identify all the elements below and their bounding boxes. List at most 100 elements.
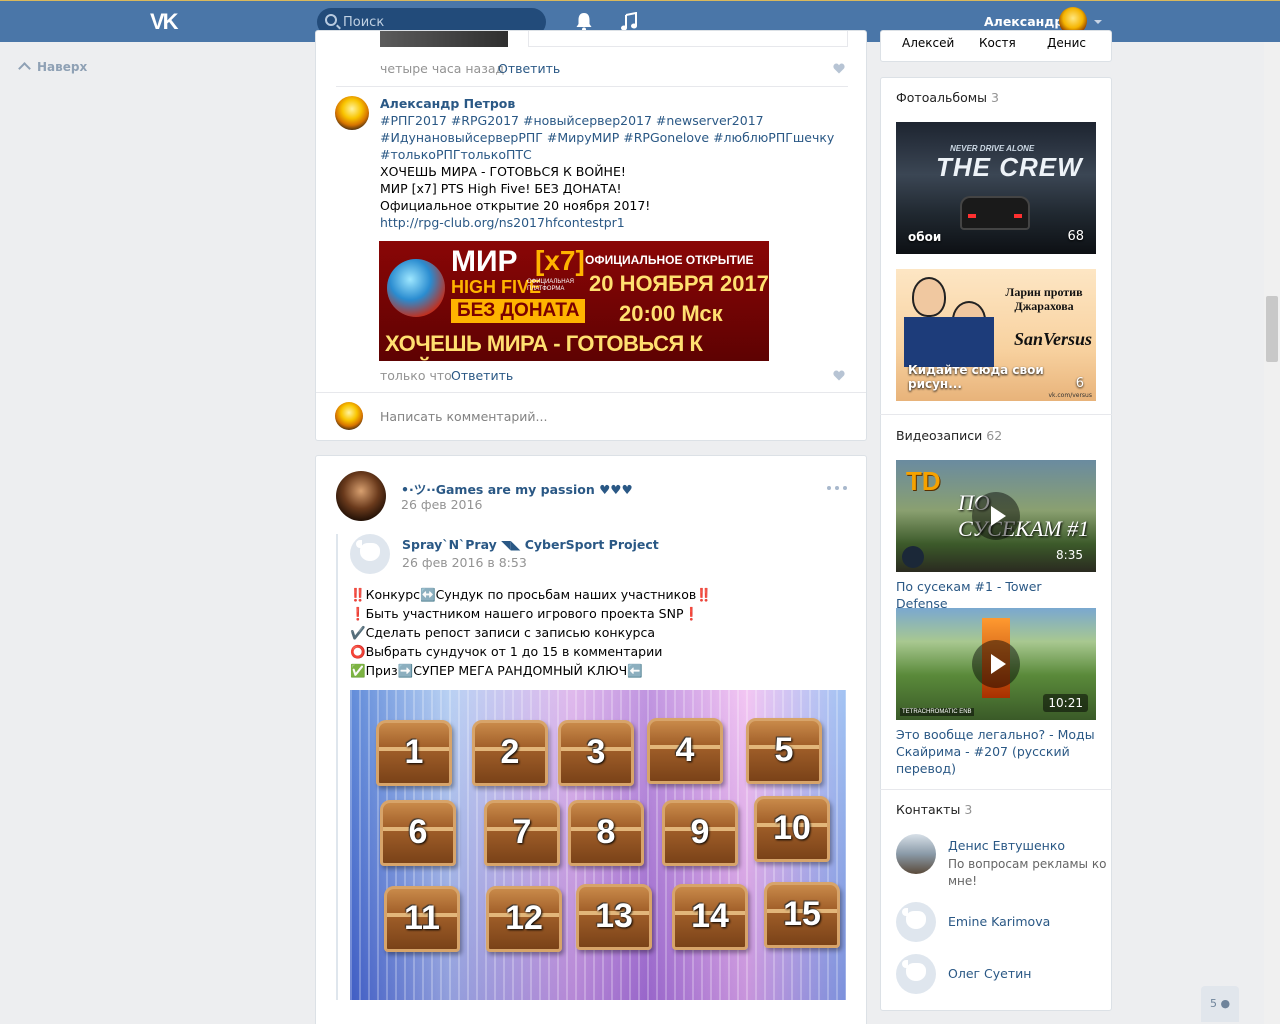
more-options-icon[interactable] bbox=[827, 486, 847, 490]
chest: 6 bbox=[380, 800, 456, 866]
chevron-down-icon[interactable] bbox=[1094, 20, 1102, 24]
friend-name[interactable]: Денис bbox=[1047, 36, 1086, 50]
videos-title[interactable]: Видеозаписи 62 bbox=[896, 428, 1002, 443]
video-thumbnail[interactable]: TD ПО СУСЕКАМ #1 8:35 bbox=[896, 460, 1096, 572]
repost-author-avatar[interactable] bbox=[350, 534, 396, 574]
bell-icon[interactable] bbox=[575, 12, 593, 32]
videos-count: 62 bbox=[986, 428, 1003, 443]
user-name[interactable]: Александр bbox=[984, 14, 1063, 29]
banner-text: МИР bbox=[451, 245, 518, 278]
contact-avatar[interactable] bbox=[896, 834, 936, 874]
comment-attachment-fragment bbox=[528, 31, 848, 47]
banner-text: ОФИЦИАЛЬНАЯ ПЛАТФОРМА bbox=[527, 279, 574, 292]
search-icon bbox=[325, 14, 337, 26]
albums-title[interactable]: Фотоальбомы 3 bbox=[896, 90, 999, 105]
contact-description-line: По вопросам рекламы ко bbox=[948, 857, 1107, 871]
banner-text: 20:00 Мск bbox=[619, 301, 723, 326]
chest: 2 bbox=[472, 720, 548, 786]
scrollbar-track[interactable] bbox=[1264, 42, 1280, 1024]
contact-name[interactable]: Emine Karimova bbox=[948, 914, 1050, 929]
vk-logo[interactable]: VK bbox=[150, 9, 184, 34]
promo-banner-image[interactable]: МИР [x7] HIGH FIVE ОФИЦИАЛЬНАЯ ПЛАТФОРМА… bbox=[379, 241, 769, 361]
hashtag-line[interactable]: #ИдунановыйсерверРПГ #МируМИР #RPGonelov… bbox=[380, 129, 834, 146]
chest-number: 2 bbox=[500, 733, 520, 771]
banner-text: ОФИЦИАЛЬНОЕ ОТКРЫТИЕ bbox=[585, 253, 754, 267]
video-title[interactable]: По сусекам #1 - Tower Defense bbox=[896, 578, 1096, 612]
text-line: МИР [x7] PTS High Five! БЕЗ ДОНАТА! bbox=[380, 181, 622, 196]
repost-date[interactable]: 26 фев 2016 в 8:53 bbox=[402, 555, 527, 570]
contact-avatar[interactable] bbox=[896, 954, 942, 994]
write-comment-input[interactable]: Написать комментарий... bbox=[380, 409, 547, 424]
text-line: Официальное открытие 20 ноября 2017! bbox=[380, 198, 651, 213]
contact-description: По вопросам рекламы ко мне! bbox=[948, 856, 1106, 890]
scrollbar-thumb[interactable] bbox=[1266, 296, 1278, 362]
chest: 8 bbox=[568, 800, 644, 866]
hashtag-line[interactable]: #РПГ2017 #RPG2017 #новыйсервер2017 #news… bbox=[380, 112, 834, 129]
comment-text: #РПГ2017 #RPG2017 #новыйсервер2017 #news… bbox=[380, 112, 834, 231]
divider bbox=[336, 86, 848, 87]
repost-line bbox=[336, 534, 338, 1000]
friend-name[interactable]: Костя bbox=[979, 36, 1016, 50]
globe-emblem bbox=[387, 259, 445, 317]
friend-name[interactable]: Алексей bbox=[902, 36, 954, 50]
heart-icon[interactable] bbox=[833, 63, 845, 74]
chest: 5 bbox=[746, 718, 822, 784]
contacts-title[interactable]: Контакты 3 bbox=[896, 802, 972, 817]
video-title-line: перевод) bbox=[896, 761, 957, 776]
music-icon[interactable] bbox=[620, 12, 638, 32]
chest: 10 bbox=[754, 796, 830, 862]
album-art-text: THE CREW bbox=[936, 152, 1083, 182]
contact-name[interactable]: Денис Евтушенко bbox=[948, 838, 1065, 853]
online-friends-button[interactable]: 5 ● bbox=[1201, 986, 1239, 1022]
albums-title-text: Фотоальбомы bbox=[896, 90, 988, 105]
cartoon-face bbox=[912, 277, 946, 317]
repost-author-name[interactable]: Spray`N`Pray ◥◣ CyberSport Project bbox=[402, 537, 659, 552]
back-to-top-label: Наверх bbox=[37, 60, 88, 74]
comment-author-avatar[interactable] bbox=[335, 96, 369, 130]
chest-number: 13 bbox=[595, 897, 633, 935]
reply-link[interactable]: Ответить bbox=[451, 368, 513, 383]
comment-time: только что bbox=[380, 368, 452, 383]
user-icon: ● bbox=[1220, 997, 1231, 1010]
chest: 14 bbox=[672, 884, 748, 950]
play-icon[interactable] bbox=[972, 640, 1020, 688]
post-author-name[interactable]: •·ツ··Games are my passion ♥♥♥ bbox=[401, 479, 633, 498]
comment-image-fragment[interactable] bbox=[380, 31, 508, 47]
comment-author-name[interactable]: Александр Петров bbox=[380, 96, 515, 111]
album-thumbnail[interactable]: Ларин против Джарахова SanVersus vk.com/… bbox=[896, 269, 1096, 401]
divider bbox=[880, 789, 1112, 790]
chest: 4 bbox=[647, 718, 723, 784]
album-watermark: vk.com/versus bbox=[1048, 392, 1092, 399]
post-author-avatar[interactable] bbox=[336, 471, 386, 521]
album-caption: Кидайте сюда свои рисун... bbox=[908, 363, 1044, 391]
online-count: 5 bbox=[1209, 997, 1217, 1010]
text-line: ⭕Выбрать сундучок от 1 до 15 в комментар… bbox=[350, 644, 663, 659]
album-art-text: Ларин против Джарахова bbox=[1005, 285, 1083, 313]
videos-title-text: Видеозаписи bbox=[896, 428, 983, 443]
heart-icon[interactable] bbox=[833, 370, 845, 381]
chevron-up-icon bbox=[18, 62, 31, 75]
back-to-top-link[interactable]: Наверх bbox=[18, 60, 88, 75]
banner-text: БЕЗ ДОНАТА bbox=[451, 299, 586, 323]
comment-time: четыре часа назад bbox=[380, 61, 505, 76]
post-date[interactable]: 26 фев 2016 bbox=[401, 497, 482, 512]
play-icon[interactable] bbox=[972, 492, 1020, 540]
banner-text: ХОЧЕШЬ МИРА - ГОТОВЬСЯ К ВОЙНЕ bbox=[385, 331, 703, 361]
reply-link[interactable]: Ответить bbox=[498, 61, 560, 76]
text-line: ✅Приз➡️СУПЕР МЕГА РАНДОМНЫЙ КЛЮЧ⬅️ bbox=[350, 663, 643, 678]
contact-avatar[interactable] bbox=[896, 902, 942, 942]
external-link[interactable]: http://rpg-club.org/ns2017hfcontestpr1 bbox=[380, 214, 834, 231]
banner-text: [x7] bbox=[535, 245, 585, 276]
contact-name[interactable]: Олег Суетин bbox=[948, 966, 1031, 981]
video-thumbnail[interactable]: TETRACHROMATIC ENB 10:21 bbox=[896, 608, 1096, 720]
video-title[interactable]: Это вообще легально? - Моды Скайрима - #… bbox=[896, 726, 1096, 777]
hashtag-line[interactable]: #толькоРПГтолькоПТС bbox=[380, 146, 834, 163]
chests-contest-image[interactable]: 1 2 3 4 5 6 7 8 9 10 11 12 13 14 15 bbox=[350, 690, 846, 1000]
contacts-title-text: Контакты bbox=[896, 802, 961, 817]
text-line: ❗Быть участником нашего игрового проекта… bbox=[350, 606, 700, 621]
contacts-count: 3 bbox=[964, 802, 973, 817]
video-title-line: Это вообще легально? - Моды bbox=[896, 727, 1095, 742]
album-thumbnail[interactable]: NEVER DRIVE ALONE THE CREW обои 68 bbox=[896, 122, 1096, 254]
divider bbox=[880, 414, 1112, 415]
album-caption: обои bbox=[908, 230, 942, 244]
